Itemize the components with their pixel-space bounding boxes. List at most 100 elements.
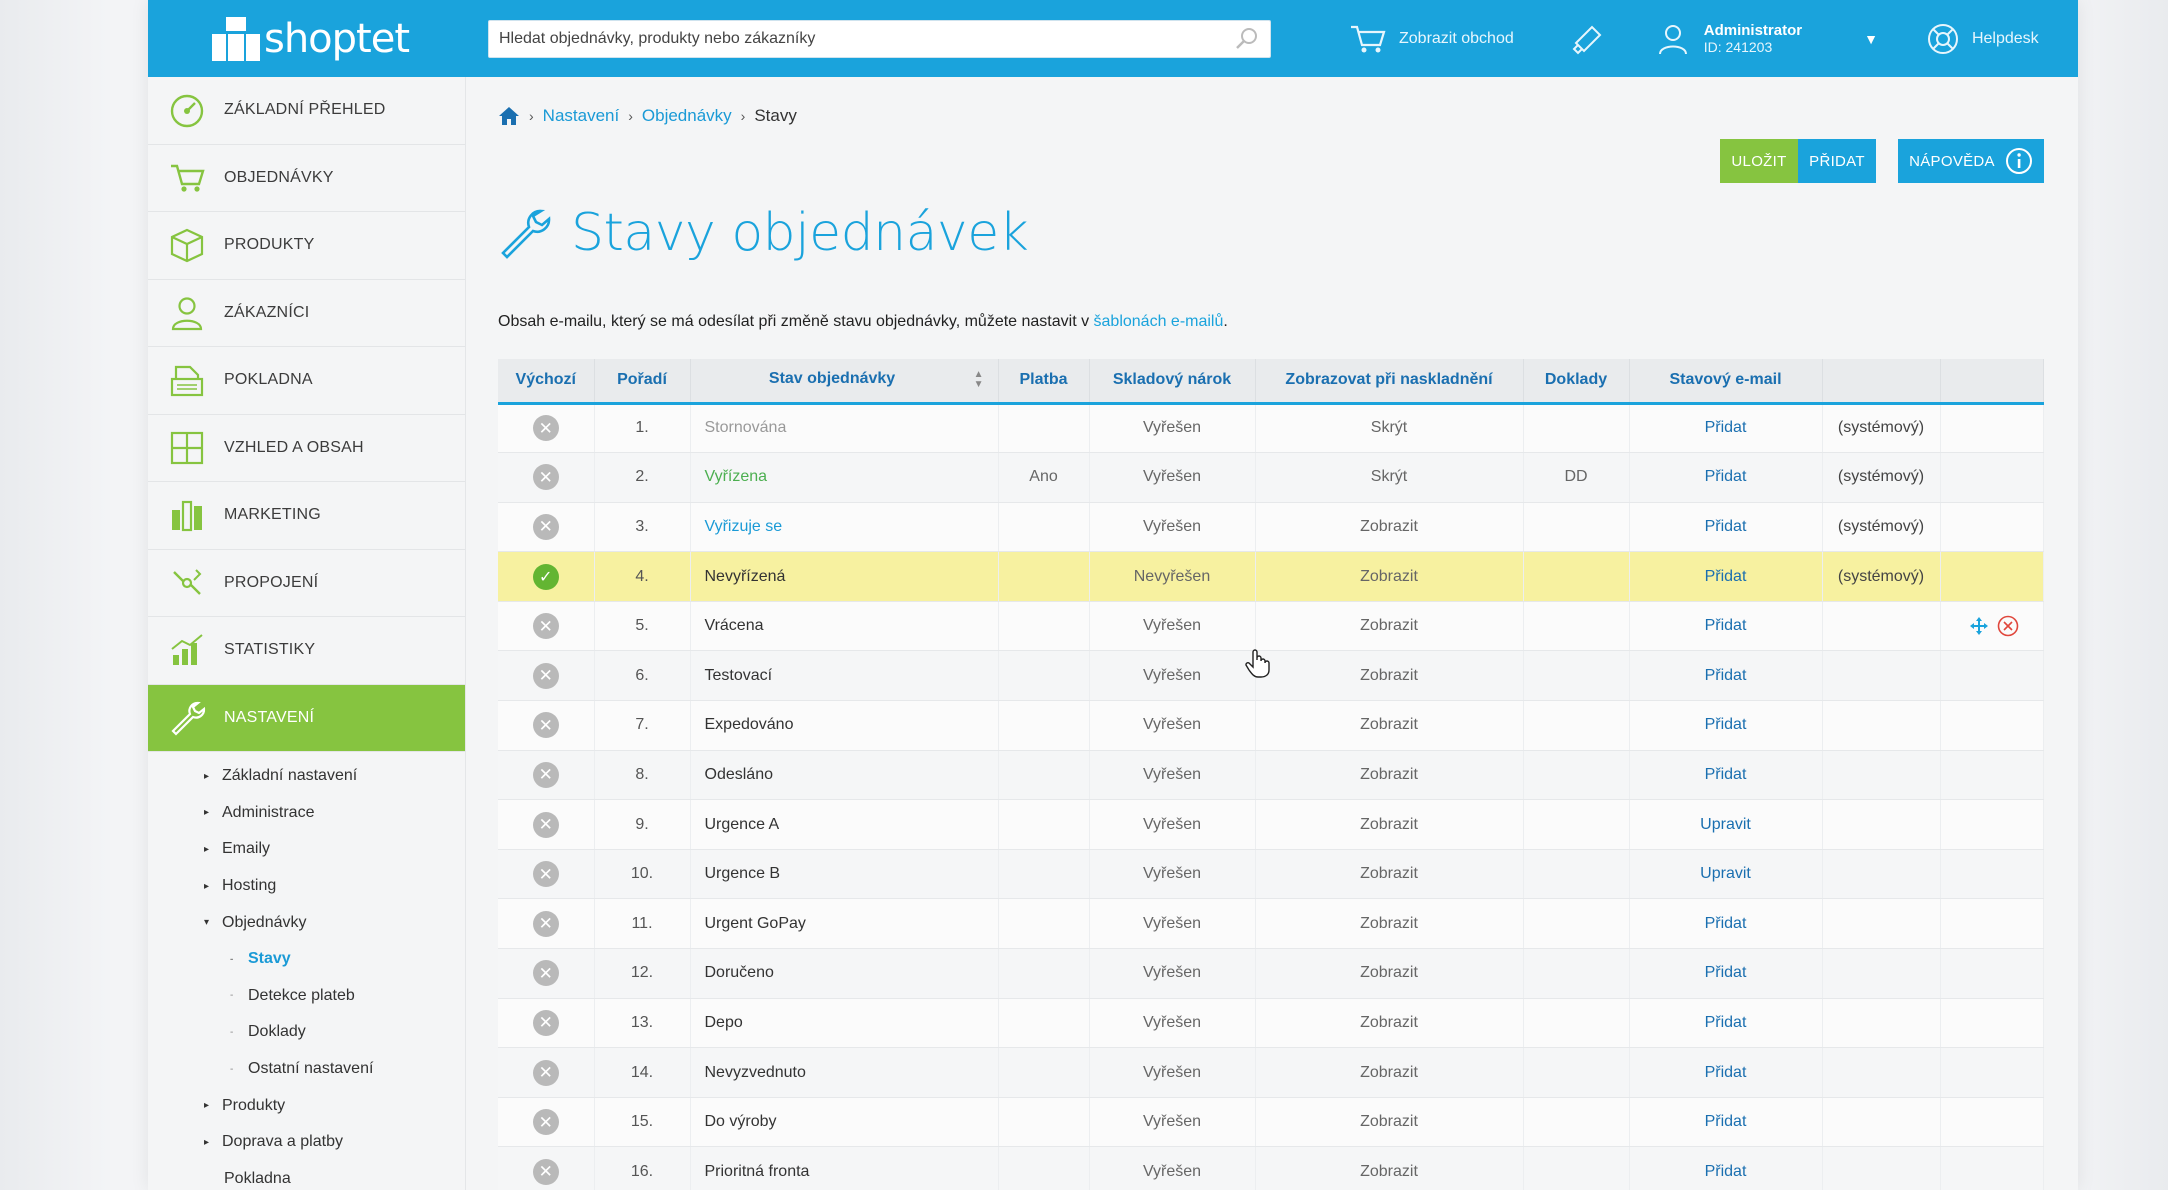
x-circle-icon[interactable]: ✕ — [532, 910, 559, 937]
table-row[interactable]: ✕ 11. Urgent GoPay Vyřešen Zobrazit Přidat — [498, 898, 2044, 950]
table-row[interactable]: ✕ 8. Odesláno Vyřešen Zobrazit Přidat — [498, 750, 2044, 801]
x-circle-icon[interactable]: ✕ — [532, 415, 559, 442]
submenu-item-documents[interactable]: - Doklady — [148, 1014, 465, 1051]
sidebar-item-cash-register[interactable]: Pokladna — [148, 347, 465, 415]
x-circle-icon[interactable]: ✕ — [532, 1109, 559, 1136]
state-name-cell[interactable]: Urgence A — [690, 799, 999, 850]
column-header-documents[interactable]: Doklady — [1523, 359, 1630, 405]
email-action-link[interactable]: Upravit — [1700, 865, 1751, 882]
state-name-cell[interactable]: Vyřizuje se — [690, 502, 999, 553]
x-circle-icon[interactable]: ✕ — [532, 811, 559, 838]
search-input[interactable] — [499, 29, 1234, 48]
home-icon[interactable] — [498, 105, 520, 127]
submenu-item-basic-settings[interactable]: ▸ Základní nastavení — [148, 758, 465, 795]
state-name-cell[interactable]: Stornována — [690, 403, 999, 454]
table-row[interactable]: ✕ 12. Doručeno Vyřešen Zobrazit Přidat — [498, 948, 2044, 999]
table-row[interactable]: ✕ 1. Stornována Vyřešen Skrýt Přidat (systémov… — [498, 403, 2044, 454]
submenu-item-emails[interactable]: ▸ Emaily — [148, 831, 465, 868]
default-toggle-cell[interactable]: ✕ — [498, 452, 595, 503]
default-toggle-cell[interactable]: ✕ — [498, 799, 595, 850]
x-circle-icon[interactable]: ✕ — [532, 712, 559, 739]
email-templates-link[interactable]: šablonách e-mailů — [1094, 313, 1224, 330]
state-name-cell[interactable]: Prioritná fronta — [690, 1146, 999, 1190]
email-action-link[interactable]: Přidat — [1705, 568, 1747, 585]
x-circle-icon[interactable]: ✕ — [532, 1009, 559, 1036]
default-toggle-cell[interactable]: ✕ — [498, 998, 595, 1049]
check-circle-icon[interactable]: ✓ — [532, 563, 559, 590]
table-row[interactable]: ✕ 5. Vrácena Vyřešen Zobrazit Přidat — [498, 601, 2044, 652]
default-toggle-cell[interactable]: ✕ — [498, 650, 595, 702]
sidebar-item-integrations[interactable]: Propojení — [148, 550, 465, 617]
view-store-link[interactable]: Zobrazit obchod — [1349, 23, 1514, 55]
logo[interactable]: shoptet — [148, 16, 473, 62]
state-name-cell[interactable]: Urgent GoPay — [690, 898, 999, 950]
submenu-item-orders[interactable]: ▾ Objednávky — [148, 904, 465, 941]
submenu-item-administration[interactable]: ▸ Administrace — [148, 795, 465, 832]
submenu-item-products[interactable]: ▸ Produkty — [148, 1087, 465, 1124]
sidebar-item-marketing[interactable]: Marketing — [148, 482, 465, 550]
submenu-item-states[interactable]: - Stavy — [148, 941, 465, 978]
email-action-link[interactable]: Upravit — [1700, 816, 1751, 833]
default-toggle-cell[interactable]: ✕ — [498, 1097, 595, 1148]
default-toggle-cell[interactable]: ✕ — [498, 502, 595, 553]
submenu-item-payment-detection[interactable]: - Detekce plateb — [148, 978, 465, 1015]
state-name-cell[interactable]: Testovací — [690, 650, 999, 702]
table-row[interactable]: ✕ 6. Testovací Vyřešen Zobrazit Přidat — [498, 650, 2044, 702]
default-toggle-cell[interactable]: ✕ — [498, 403, 595, 454]
table-row[interactable]: ✕ 16. Prioritná fronta Vyřešen Zobrazit Přida… — [498, 1146, 2044, 1190]
email-action-link[interactable]: Přidat — [1705, 617, 1747, 634]
email-action-link[interactable]: Přidat — [1705, 667, 1747, 684]
submenu-item-shipping-payments[interactable]: ▸ Doprava a platby — [148, 1124, 465, 1161]
column-header-default[interactable]: Výchozí — [498, 359, 595, 405]
add-button[interactable]: Přidat — [1798, 139, 1876, 183]
notifications-button[interactable] — [1570, 23, 1604, 55]
table-row[interactable]: ✕ 3. Vyřizuje se Vyřešen Zobrazit Přidat (syst… — [498, 502, 2044, 553]
default-toggle-cell[interactable]: ✓ — [498, 551, 595, 602]
email-action-link[interactable]: Přidat — [1705, 1064, 1747, 1081]
x-circle-icon[interactable]: ✕ — [532, 464, 559, 491]
user-menu[interactable]: Administrator ID: 241203 ▼ — [1656, 22, 1878, 56]
default-toggle-cell[interactable]: ✕ — [498, 700, 595, 751]
state-name-cell[interactable]: Expedováno — [690, 700, 999, 751]
state-name-cell[interactable]: Do výroby — [690, 1097, 999, 1148]
email-action-link[interactable]: Přidat — [1705, 468, 1747, 485]
chevron-down-icon[interactable]: ▼ — [1864, 31, 1878, 47]
breadcrumb-settings[interactable]: Nastavení — [543, 106, 620, 126]
default-toggle-cell[interactable]: ✕ — [498, 1047, 595, 1098]
column-header-payment[interactable]: Platba — [998, 359, 1090, 405]
state-name-cell[interactable]: Vyřízena — [690, 452, 999, 503]
x-circle-icon[interactable]: ✕ — [532, 613, 559, 640]
email-action-link[interactable]: Přidat — [1705, 518, 1747, 535]
default-toggle-cell[interactable]: ✕ — [498, 1146, 595, 1190]
email-action-link[interactable]: Přidat — [1705, 1163, 1747, 1180]
sort-icon[interactable]: ▲ ▼ — [974, 370, 984, 390]
email-action-link[interactable]: Přidat — [1705, 964, 1747, 981]
email-action-link[interactable]: Přidat — [1705, 915, 1747, 932]
email-action-link[interactable]: Přidat — [1705, 1014, 1747, 1031]
table-row[interactable]: ✕ 15. Do výroby Vyřešen Zobrazit Přidat — [498, 1097, 2044, 1148]
table-row[interactable]: ✕ 10. Urgence B Vyřešen Zobrazit Upravit — [498, 849, 2044, 900]
column-header-email[interactable]: Stavový e-mail — [1629, 359, 1823, 405]
x-circle-icon[interactable]: ✕ — [532, 1059, 559, 1086]
sidebar-item-statistics[interactable]: Statistiky — [148, 617, 465, 685]
default-toggle-cell[interactable]: ✕ — [498, 601, 595, 652]
state-name-cell[interactable]: Depo — [690, 998, 999, 1049]
table-row[interactable]: ✕ 2. Vyřízena Ano Vyřešen Skrýt DD Přidat (systé… — [498, 452, 2044, 503]
default-toggle-cell[interactable]: ✕ — [498, 948, 595, 999]
sidebar-item-overview[interactable]: Základní přehled — [148, 77, 465, 145]
email-action-link[interactable]: Přidat — [1705, 716, 1747, 733]
email-action-link[interactable]: Přidat — [1705, 766, 1747, 783]
sidebar-item-orders[interactable]: Objednávky — [148, 145, 465, 212]
table-row[interactable]: ✕ 9. Urgence A Vyřešen Zobrazit Upravit — [498, 799, 2044, 850]
sidebar-item-products[interactable]: Produkty — [148, 212, 465, 280]
search-icon[interactable] — [1234, 26, 1260, 52]
table-row[interactable]: ✕ 13. Depo Vyřešen Zobrazit Přidat — [498, 998, 2044, 1049]
state-name-cell[interactable]: Nevyzvednuto — [690, 1047, 999, 1098]
state-name-cell[interactable]: Doručeno — [690, 948, 999, 999]
submenu-item-other-settings[interactable]: - Ostatní nastavení — [148, 1051, 465, 1088]
default-toggle-cell[interactable]: ✕ — [498, 750, 595, 801]
column-header-order[interactable]: Pořadí — [594, 359, 691, 405]
sidebar-item-design[interactable]: Vzhled a obsah — [148, 415, 465, 482]
save-button[interactable]: Uložit — [1720, 139, 1798, 183]
sidebar-item-customers[interactable]: Zákazníci — [148, 280, 465, 347]
